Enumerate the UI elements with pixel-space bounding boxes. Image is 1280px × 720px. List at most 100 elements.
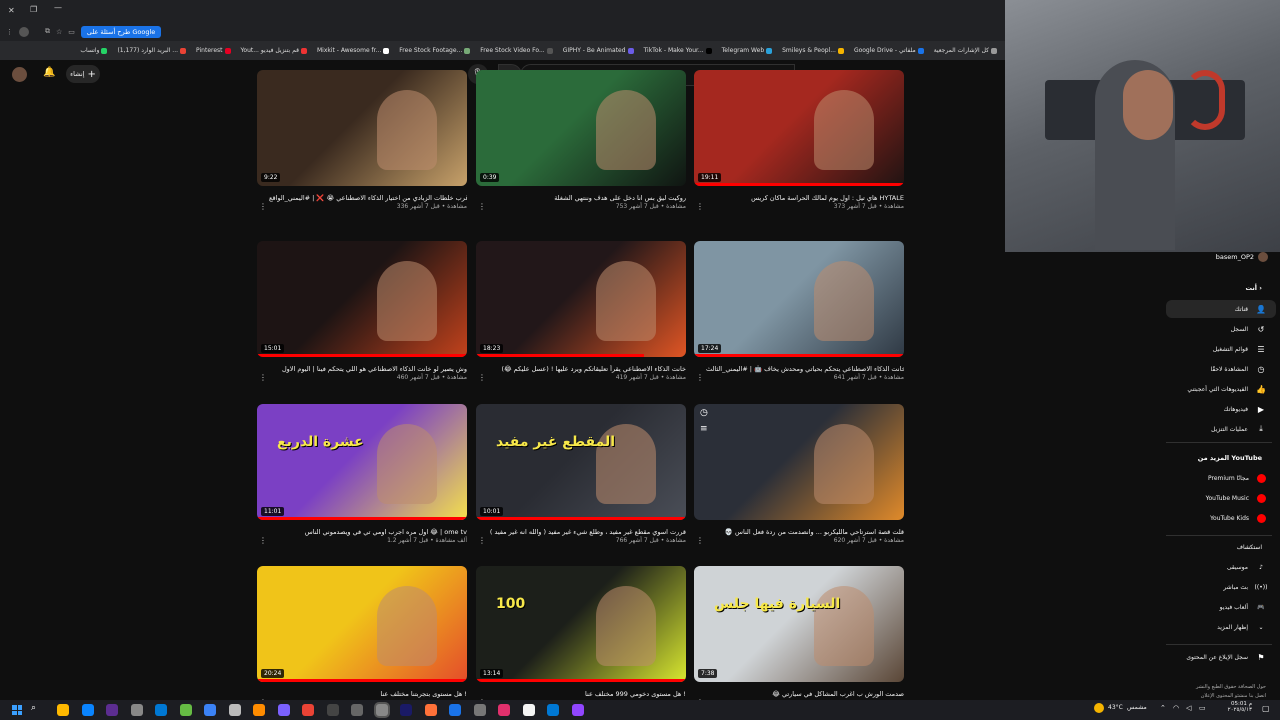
- video-thumbnail[interactable]: 18:23: [476, 241, 686, 357]
- taskbar-app-icon[interactable]: [522, 704, 535, 716]
- video-title[interactable]: 😂 صدمت الورش ب اغرب المشاكل في سيارتي: [694, 690, 904, 699]
- account-avatar[interactable]: [1258, 252, 1268, 262]
- taskbar-app-icon[interactable]: [57, 704, 69, 716]
- video-menu-icon[interactable]: ⋮: [259, 536, 267, 545]
- sidebar-item[interactable]: السجل ↺: [1231, 324, 1266, 334]
- video-card[interactable]: السيارة فيها جلس7:38⋮😂 صدمت الورش ب اغرب…: [694, 566, 904, 707]
- taskbar-app-icon[interactable]: [424, 704, 437, 716]
- video-title[interactable]: هاي تيل : اول يوم لمالك الحراسة ماكان كر…: [694, 194, 904, 203]
- bookmark-item[interactable]: GIPHY - Be Animated: [563, 47, 634, 54]
- taskbar-app-icon[interactable]: [351, 704, 363, 716]
- taskbar-app-icon[interactable]: [326, 704, 339, 716]
- cast-icon[interactable]: ▭: [68, 28, 75, 36]
- video-title[interactable]: جربت اغرب خلطات الزبادي من اختيار الذكاء…: [257, 194, 467, 203]
- video-menu-icon[interactable]: ⋮: [478, 373, 486, 382]
- report-history-item[interactable]: سجل الإبلاغ عن المحتوى ⚑: [1186, 652, 1266, 662]
- taskbar-app-icon[interactable]: [375, 704, 388, 716]
- battery-icon[interactable]: ▭: [1199, 704, 1206, 712]
- volume-icon[interactable]: ◁: [1186, 704, 1191, 712]
- sidebar-item[interactable]: قوائم التشغيل ☰: [1213, 344, 1266, 354]
- video-card[interactable]: 20:24⋮هل مستوى بتجربتنا مختلف عنا !: [257, 566, 467, 707]
- notification-center-icon[interactable]: ▢: [1262, 704, 1270, 713]
- bookmark-item[interactable]: Pinterest: [196, 47, 231, 54]
- video-title[interactable]: هل مستوى بتجربتنا مختلف عنا !: [257, 690, 467, 699]
- footer-links-2[interactable]: اتصل بنا منشئو المحتوى الإعلان: [1201, 693, 1266, 699]
- profile-avatar-icon[interactable]: [19, 26, 29, 37]
- video-card[interactable]: 0:39 ⋮ روكيت ليق بس انا دخل على هدف وننتهي…: [476, 70, 686, 211]
- video-thumbnail[interactable]: 17:24: [694, 241, 904, 357]
- video-title[interactable]: اول مره اجرب اومي تي في ويصدموني الناس 😂…: [257, 528, 467, 537]
- taskbar-app-icon[interactable]: [277, 704, 290, 716]
- bookmark-item[interactable]: واتساب: [80, 47, 108, 54]
- video-menu-icon[interactable]: ⋮: [696, 536, 704, 545]
- taskbar-app-icon[interactable]: [547, 704, 559, 716]
- taskbar-app-icon[interactable]: [473, 704, 486, 716]
- window-minimize-icon[interactable]: —: [54, 3, 62, 12]
- create-button[interactable]: إنشاء +: [66, 65, 100, 83]
- sidebar-explore-item[interactable]: موسيقى ♪: [1227, 562, 1266, 572]
- video-card[interactable]: 19:11 ⋮ هاي تيل : اول يوم لمالك الحراسة ما…: [694, 70, 904, 211]
- video-thumbnail[interactable]: عشرة الدربع 11:01: [257, 404, 467, 520]
- video-thumbnail[interactable]: 100 13:14: [476, 566, 686, 682]
- taskbar-app-icon[interactable]: [571, 704, 584, 716]
- video-thumbnail[interactable]: المقطع غير مفيد 10:01: [476, 404, 686, 520]
- video-title[interactable]: خانت الذكاء الاصطناعي يقرأ تعليقاتكم وير…: [476, 365, 686, 374]
- account-name[interactable]: basem_OP2: [1216, 253, 1254, 261]
- sidebar-explore-item[interactable]: إظهار المزيد ⌄: [1217, 622, 1266, 632]
- taskbar-app-icon[interactable]: [106, 704, 118, 716]
- video-thumbnail[interactable]: 19:11: [694, 70, 904, 186]
- avatar[interactable]: [12, 67, 27, 82]
- taskbar-app-icon[interactable]: [449, 704, 461, 716]
- video-menu-icon[interactable]: ⋮: [478, 536, 486, 545]
- sidebar-more-item[interactable]: YouTube Music: [1206, 494, 1266, 503]
- taskbar-app-icon[interactable]: [204, 704, 216, 716]
- sidebar-item[interactable]: الفيديوهات التي أعجبتني 👍: [1187, 384, 1266, 394]
- video-menu-icon[interactable]: ⋮: [478, 202, 486, 211]
- sidebar-item[interactable]: عمليات التنزيل ⤓: [1211, 424, 1266, 434]
- taskbar-app-icon[interactable]: [155, 704, 167, 716]
- video-card[interactable]: 17:24 ⋮ خانت الذكاء الاصطناعي يتحكم بحياتي…: [694, 241, 904, 382]
- bookmark-item[interactable]: Yout... قم بتنزيل فيديو: [241, 47, 307, 54]
- taskbar-app-icon[interactable]: [81, 704, 94, 716]
- taskbar-app-icon[interactable]: [179, 704, 192, 716]
- sidebar-item[interactable]: قناتك 👤: [1235, 304, 1266, 314]
- taskbar-app-icon[interactable]: [400, 704, 412, 716]
- video-menu-icon[interactable]: ⋮: [259, 202, 267, 211]
- add-to-queue-icon[interactable]: ≡: [700, 424, 708, 434]
- video-card[interactable]: ◷ ≡ ⋮ 💀 قلت قصة استرتاحي مالليكربو ... وانص…: [694, 404, 904, 545]
- bookmark-item[interactable]: كل الإشارات المرجعية: [934, 47, 997, 54]
- video-menu-icon[interactable]: ⋮: [259, 373, 267, 382]
- bookmark-item[interactable]: Mixkit - Awesome fr...: [317, 47, 390, 54]
- footer-links-1[interactable]: حول الصحافة حقوق الطبع والنشر: [1196, 684, 1266, 690]
- video-title[interactable]: وش يصير لو خانت الذكاء الاصطناعي هو اللي…: [257, 365, 467, 374]
- menu-dots-icon[interactable]: ⋮: [6, 28, 13, 36]
- video-title[interactable]: خانت الذكاء الاصطناعي يتحكم بحياتي ومحدش…: [694, 365, 904, 374]
- video-thumbnail[interactable]: 9:22: [257, 70, 467, 186]
- sidebar-more-item[interactable]: Premium مجانًا: [1208, 474, 1266, 483]
- video-menu-icon[interactable]: ⋮: [696, 373, 704, 382]
- taskbar-app-icon[interactable]: [302, 704, 314, 716]
- bookmark-item[interactable]: Smileys & Peopl...: [782, 47, 844, 54]
- bookmark-item[interactable]: (1,177) البريد الوارد ...: [117, 47, 187, 54]
- sidebar-explore-item[interactable]: بث مباشر ((•)): [1223, 582, 1267, 592]
- wifi-icon[interactable]: ◠: [1173, 704, 1179, 712]
- extensions-icon[interactable]: ⧉: [45, 27, 50, 36]
- windows-start-icon[interactable]: [12, 705, 22, 715]
- video-title[interactable]: هل مستوى دخومي 999 مختلف عنا !: [476, 690, 686, 699]
- taskbar-app-icon[interactable]: [253, 704, 265, 716]
- weather-temp[interactable]: 43°C: [1108, 704, 1123, 711]
- bookmark-star-icon[interactable]: ☆: [56, 28, 62, 36]
- clock[interactable]: 05:01 م ٢٠٢٥/٥/١٣: [1222, 701, 1252, 713]
- video-title[interactable]: قررت اسوي مقطع غير مفيد ، وطلع شيء غير م…: [476, 528, 686, 537]
- bookmark-item[interactable]: Google Drive - ملفاتي: [854, 47, 924, 54]
- taskbar-search-icon[interactable]: ⌕: [31, 703, 36, 713]
- sidebar-item[interactable]: فيديوهاتك ▶: [1224, 404, 1266, 414]
- video-title[interactable]: روكيت ليق بس انا دخل على هدف وننتهي الشغ…: [476, 194, 686, 203]
- weather-label[interactable]: مشمس: [1127, 704, 1147, 711]
- window-restore-icon[interactable]: ❐: [30, 5, 37, 14]
- video-card[interactable]: 15:01 ⋮ وش يصير لو خانت الذكاء الاصطناعي ه…: [257, 241, 467, 382]
- video-card[interactable]: 9:22 ⋮ جربت اغرب خلطات الزبادي من اختيار ا…: [257, 70, 467, 211]
- window-close-icon[interactable]: ✕: [8, 6, 15, 15]
- bookmark-item[interactable]: Free Stock Footage...: [399, 47, 471, 54]
- video-card[interactable]: المقطع غير مفيد 10:01 ⋮ قررت اسوي مقطع غير …: [476, 404, 686, 545]
